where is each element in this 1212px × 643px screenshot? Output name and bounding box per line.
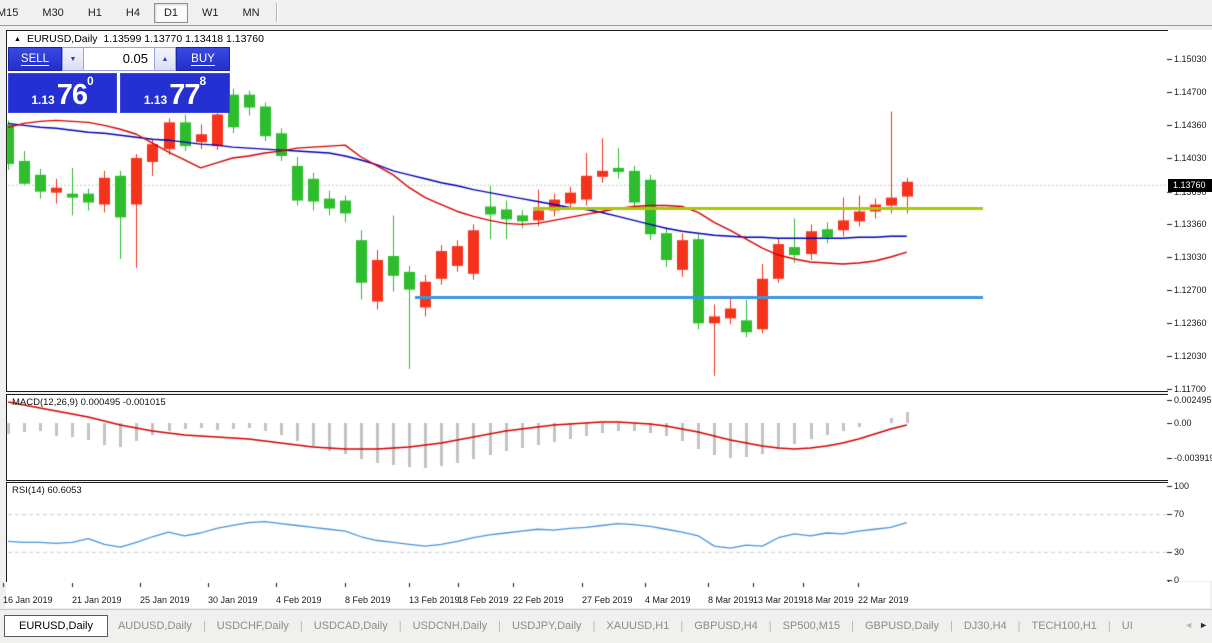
date-axis-label: 22 Feb 2019 xyxy=(513,595,564,605)
sell-price-sup: 0 xyxy=(87,76,94,86)
date-axis-label: 30 Jan 2019 xyxy=(208,595,258,605)
date-axis-label: 8 Mar 2019 xyxy=(708,595,754,605)
price-axis-label: 1.12030 xyxy=(1174,351,1207,361)
chevron-up-icon: ▲ xyxy=(162,56,169,63)
date-axis-label: 8 Feb 2019 xyxy=(345,595,391,605)
macd-axis-label: 0.00 xyxy=(1174,418,1192,428)
tab-scroll-left-icon[interactable]: ◄ xyxy=(1184,620,1193,630)
buy-price-prefix: 1.13 xyxy=(144,92,167,108)
rsi-axis-label: 70 xyxy=(1174,509,1184,519)
price-axis-label: 1.13360 xyxy=(1174,219,1207,229)
date-axis-label: 18 Feb 2019 xyxy=(458,595,509,605)
rsi-axis-label: 0 xyxy=(1174,575,1179,585)
tab-scroll-right-icon[interactable]: ► xyxy=(1199,620,1208,630)
date-axis-label: 27 Feb 2019 xyxy=(582,595,633,605)
tab-scroll-arrows: ◄► xyxy=(1184,620,1208,630)
price-axis-label: 1.14360 xyxy=(1174,120,1207,130)
sell-button-label: SELL xyxy=(21,53,49,66)
price-axis-label: 1.11700 xyxy=(1174,384,1206,394)
sell-price-prefix: 1.13 xyxy=(31,92,54,108)
rsi-axis-label: 100 xyxy=(1174,481,1189,491)
date-axis-label: 13 Feb 2019 xyxy=(409,595,460,605)
date-axis-label: 16 Jan 2019 xyxy=(3,595,53,605)
trade-controls-row: SELL ▼ 0.05 ▲ BUY xyxy=(8,47,230,71)
rsi-axis-label: 30 xyxy=(1174,547,1184,557)
buy-button[interactable]: BUY xyxy=(176,47,230,71)
volume-decrease-button[interactable]: ▼ xyxy=(62,47,84,71)
date-axis-label: 25 Jan 2019 xyxy=(140,595,190,605)
chart-symbol-label: EURUSD,Daily xyxy=(27,33,98,45)
buy-price-big: 77 xyxy=(169,82,199,108)
date-axis-label: 21 Jan 2019 xyxy=(72,595,122,605)
macd-axis-label: -0.003919 xyxy=(1174,453,1212,463)
macd-label: MACD(12,26,9) 0.000495 -0.001015 xyxy=(12,397,166,408)
buy-button-label: BUY xyxy=(191,53,215,66)
price-axis-label: 1.12360 xyxy=(1174,318,1207,328)
trade-prices-row: 1.13 76 0 1.13 77 8 xyxy=(8,73,230,113)
current-price-badge: 1.13760 xyxy=(1168,179,1212,192)
date-axis-label: 4 Feb 2019 xyxy=(276,595,322,605)
chevron-down-icon: ▼ xyxy=(70,56,77,63)
sell-price-big: 76 xyxy=(57,82,87,108)
collapse-arrow-icon[interactable]: ▲ xyxy=(14,36,21,43)
buy-price-sup: 8 xyxy=(199,76,206,86)
price-axis-label: 1.15030 xyxy=(1174,54,1207,64)
price-axis-label: 1.13030 xyxy=(1174,252,1207,262)
date-axis-label: 13 Mar 2019 xyxy=(753,595,804,605)
chart-ohlc-info: ▲ EURUSD,Daily 1.13599 1.13770 1.13418 1.… xyxy=(14,33,264,45)
sell-price-panel[interactable]: 1.13 76 0 xyxy=(8,73,117,113)
date-axis-label: 4 Mar 2019 xyxy=(645,595,691,605)
one-click-trading-widget: SELL ▼ 0.05 ▲ BUY 1.13 76 0 1.13 77 8 xyxy=(8,47,230,113)
price-axis-label: 1.12700 xyxy=(1174,285,1207,295)
chart-ohlc-values: 1.13599 1.13770 1.13418 1.13760 xyxy=(103,33,264,45)
volume-input[interactable]: 0.05 xyxy=(84,47,154,71)
date-axis-label: 18 Mar 2019 xyxy=(803,595,854,605)
price-axis-label: 1.14700 xyxy=(1174,87,1207,97)
sell-button[interactable]: SELL xyxy=(8,47,62,71)
date-axis-label: 22 Mar 2019 xyxy=(858,595,909,605)
rsi-label: RSI(14) 60.6053 xyxy=(12,485,82,496)
macd-axis-label: 0.002495 xyxy=(1174,395,1212,405)
volume-increase-button[interactable]: ▲ xyxy=(154,47,176,71)
buy-price-panel[interactable]: 1.13 77 8 xyxy=(120,73,230,113)
price-axis-label: 1.14030 xyxy=(1174,153,1207,163)
